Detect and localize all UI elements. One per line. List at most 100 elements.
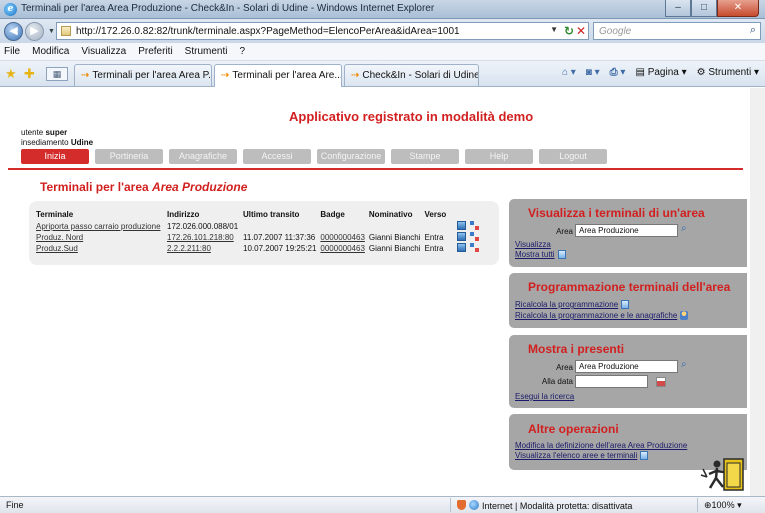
cell-badge-link[interactable]: 0000000463	[320, 243, 369, 254]
nav-stampe[interactable]: Stampe	[391, 149, 459, 164]
network-icon[interactable]	[469, 232, 479, 241]
cell-indirizzo-link[interactable]: 172.26.101.218:80	[167, 232, 243, 243]
search-icon[interactable]: ⌕	[750, 24, 756, 37]
favorites-star-icon[interactable]: ★	[5, 66, 17, 82]
address-dropdown-icon[interactable]: ▼	[550, 25, 558, 34]
address-toolbar: ◀ ▶ ▼ http://172.26.0.82:82/trunk/termin…	[0, 19, 765, 43]
cell-actions	[455, 221, 483, 232]
main-navigation: Inizia Portineria Anagrafiche Accessi Co…	[21, 149, 607, 164]
zoom-control[interactable]: ⊕100% ▾	[704, 500, 742, 511]
panel-altre-title: Altre operazioni	[528, 422, 619, 436]
network-icon[interactable]	[469, 243, 479, 252]
table-header-row: Terminale Indirizzo Ultimo transito Badg…	[36, 209, 483, 221]
cell-terminale-link[interactable]: Apriporta passo carraio produzione	[36, 221, 167, 232]
menu-help[interactable]: ?	[239, 46, 245, 57]
gear-icon: ⚙	[696, 67, 706, 78]
menu-modifica[interactable]: Modifica	[32, 46, 69, 57]
calendar-icon[interactable]	[656, 377, 666, 387]
zone-text: Internet | Modalità protetta: disattivat…	[482, 501, 633, 511]
status-divider	[450, 498, 451, 512]
window-title: Terminali per l'area Area Produzione - C…	[21, 3, 435, 14]
people-icon	[680, 311, 689, 321]
feeds-icon[interactable]: ◙ ▾	[586, 67, 600, 78]
search-icon[interactable]: ⌕	[681, 359, 687, 370]
page-menu[interactable]: ▤ Pagina ▾	[635, 67, 686, 78]
esegui-ricerca-link[interactable]: Esegui la ricerca	[515, 392, 574, 401]
address-bar[interactable]: http://172.26.0.82:82/trunk/terminale.as…	[56, 22, 589, 40]
site-prefix: insediamento	[21, 138, 69, 147]
nav-anagrafiche[interactable]: Anagrafiche	[169, 149, 237, 164]
ricalcola-link[interactable]: Ricalcola la programmazione	[515, 300, 630, 310]
command-bar: ⌂ ▾ ◙ ▾ ⎙ ▾ ▤ Pagina ▾ ⚙ Strumenti ▾	[562, 67, 759, 78]
menu-visualizza[interactable]: Visualizza	[81, 46, 126, 57]
elenco-aree-link[interactable]: Visualizza l'elenco aree e terminali	[515, 451, 649, 461]
close-icon[interactable]: ✕	[717, 0, 759, 17]
nav-accessi[interactable]: Accessi	[243, 149, 311, 164]
tab-label: Terminali per l'area Are...	[232, 70, 342, 81]
stop-icon[interactable]: ✕	[576, 24, 586, 38]
cell-actions	[455, 232, 483, 243]
window-controls: – □ ✕	[665, 0, 759, 17]
minimize-icon[interactable]: –	[665, 0, 691, 17]
nav-configurazione[interactable]: Configurazione	[317, 149, 385, 164]
add-favorite-icon[interactable]: ✚	[24, 66, 35, 82]
list-icon	[557, 250, 566, 260]
mostra-tutti-link[interactable]: Mostra tutti	[515, 250, 566, 260]
forward-button[interactable]: ▶	[25, 22, 44, 41]
search-box[interactable]: Google ⌕	[593, 22, 761, 40]
tools-menu-label: Strumenti	[708, 67, 752, 78]
table-row: Produz. Nord 172.26.101.218:80 11.07.200…	[36, 232, 483, 243]
cell-terminale-link[interactable]: Produz.Sud	[36, 243, 167, 254]
presenti-area-input[interactable]: Area Produzione	[575, 360, 678, 373]
tab-area-active[interactable]: ⇢Terminali per l'area Are...✕	[214, 64, 342, 87]
cell-ultimo: 11.07.2007 11:37:36	[243, 233, 316, 242]
search-icon[interactable]: ⌕	[681, 223, 687, 234]
url-text[interactable]: http://172.26.0.82:82/trunk/terminale.as…	[76, 26, 460, 37]
page-title: Terminali per l'area Area Produzione	[40, 180, 247, 194]
home-icon[interactable]: ⌂ ▾	[562, 67, 576, 78]
visualizza-link[interactable]: Visualizza	[515, 240, 551, 249]
cell-badge-link[interactable]: 0000000463	[320, 232, 369, 243]
modifica-area-link[interactable]: Modifica la definizione dell'area Area P…	[515, 441, 687, 450]
security-zone[interactable]: Internet | Modalità protetta: disattivat…	[457, 500, 632, 511]
print-icon[interactable]: ⎙ ▾	[610, 67, 626, 78]
tab-area-p[interactable]: ⇢ Terminali per l'area Area P...	[74, 64, 212, 86]
maximize-icon[interactable]: □	[691, 0, 717, 17]
exit-figure-icon	[700, 458, 744, 491]
menu-strumenti[interactable]: Strumenti	[185, 46, 228, 57]
network-icon[interactable]	[469, 221, 479, 230]
refresh-icon[interactable]: ↻	[564, 24, 574, 38]
terminal-detail-icon[interactable]	[456, 243, 466, 252]
nav-portineria[interactable]: Portineria	[95, 149, 163, 164]
menu-file[interactable]: File	[4, 46, 20, 57]
globe-icon	[469, 500, 479, 510]
terminal-detail-icon[interactable]	[456, 221, 466, 230]
status-bar: Fine Internet | Modalità protetta: disat…	[0, 496, 765, 513]
status-text: Fine	[6, 500, 24, 510]
demo-banner: Applicativo registrato in modalità demo	[289, 109, 534, 124]
panel-presenti-title: Mostra i presenti	[528, 342, 625, 356]
cell-ultimo: 10.07.2007 19:25:21	[243, 244, 317, 253]
cell-terminale-link[interactable]: Produz. Nord	[36, 232, 167, 243]
page-arrow-icon: ⇢	[81, 70, 90, 81]
history-dropdown-icon[interactable]: ▼	[48, 28, 55, 35]
back-button[interactable]: ◀	[4, 22, 23, 41]
cell-indirizzo-link[interactable]: 2.2.2.211:80	[167, 243, 243, 254]
elenco-aree-label: Visualizza l'elenco aree e terminali	[515, 451, 638, 460]
zoom-level: 100%	[711, 500, 735, 510]
terminal-detail-icon[interactable]	[456, 232, 466, 241]
nav-inizia[interactable]: Inizia	[21, 149, 89, 164]
nav-help[interactable]: Help	[465, 149, 533, 164]
terminals-table: Terminale Indirizzo Ultimo transito Badg…	[36, 209, 483, 254]
cell-verso	[425, 221, 455, 232]
quick-tabs-icon[interactable]: ▦	[46, 67, 68, 81]
menu-preferiti[interactable]: Preferiti	[138, 46, 172, 57]
ricalcola-anagrafiche-link[interactable]: Ricalcola la programmazione e le anagraf…	[515, 311, 689, 321]
nav-logout[interactable]: Logout	[539, 149, 607, 164]
area-input[interactable]: Area Produzione	[575, 224, 678, 237]
menu-bar: File Modifica Visualizza Preferiti Strum…	[0, 43, 765, 61]
tab-checkin[interactable]: ⇢ Check&In - Solari di Udine	[344, 64, 479, 86]
tools-menu[interactable]: ⚙ Strumenti ▾	[697, 67, 759, 78]
area-label: Area	[556, 227, 573, 236]
date-input[interactable]	[575, 375, 648, 388]
